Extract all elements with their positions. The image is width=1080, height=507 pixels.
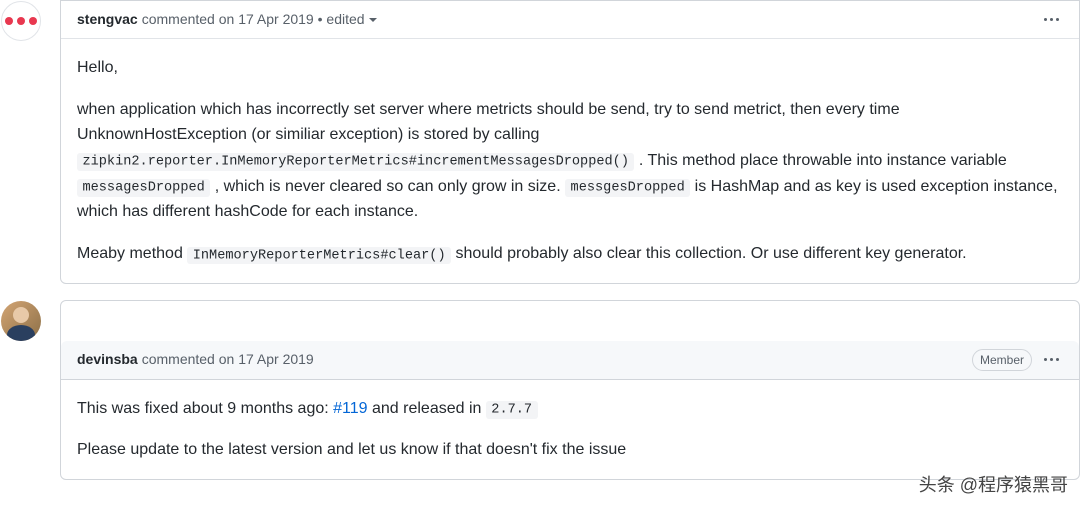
issue-link[interactable]: #119 [333, 400, 367, 417]
kebab-menu-icon[interactable] [1040, 354, 1063, 365]
avatar[interactable] [1, 301, 41, 341]
comment-header: stengvac commented on 17 Apr 2019 • edit… [61, 1, 1079, 39]
comment-text: Please update to the latest version and … [77, 437, 1063, 463]
comment-body: Hello, when application which has incorr… [61, 39, 1079, 283]
edited-separator: • [314, 9, 327, 30]
comment-text: when application which has incorrectly s… [77, 97, 1063, 225]
edited-indicator[interactable]: edited [326, 9, 376, 30]
comment-text: Meaby method InMemoryReporterMetrics#cle… [77, 241, 1063, 267]
comment-text: Hello, [77, 55, 1063, 81]
role-badge: Member [972, 349, 1032, 371]
comment-text: This was fixed about 9 months ago: #119 … [77, 396, 1063, 422]
inline-code: messagesDropped [77, 179, 210, 197]
author-link[interactable]: devinsba [77, 349, 138, 370]
comment-body: This was fixed about 9 months ago: #119 … [61, 380, 1079, 479]
inline-code: messgesDropped [565, 179, 690, 197]
inline-code: 2.7.7 [486, 401, 538, 419]
kebab-menu-icon[interactable] [1040, 14, 1063, 25]
inline-code: zipkin2.reporter.InMemoryReporterMetrics… [77, 153, 634, 171]
author-link[interactable]: stengvac [77, 9, 138, 30]
chevron-down-icon [369, 18, 377, 22]
comment: stengvac commented on 17 Apr 2019 • edit… [60, 0, 1080, 284]
comment-header: devinsba commented on 17 Apr 2019 Member [61, 341, 1079, 380]
inline-code: InMemoryReporterMetrics#clear() [187, 247, 451, 265]
comment-timestamp: commented on 17 Apr 2019 [142, 349, 314, 370]
comment-timestamp: commented on 17 Apr 2019 [142, 9, 314, 30]
avatar[interactable] [1, 1, 41, 41]
comment: devinsba commented on 17 Apr 2019 Member… [60, 300, 1080, 480]
